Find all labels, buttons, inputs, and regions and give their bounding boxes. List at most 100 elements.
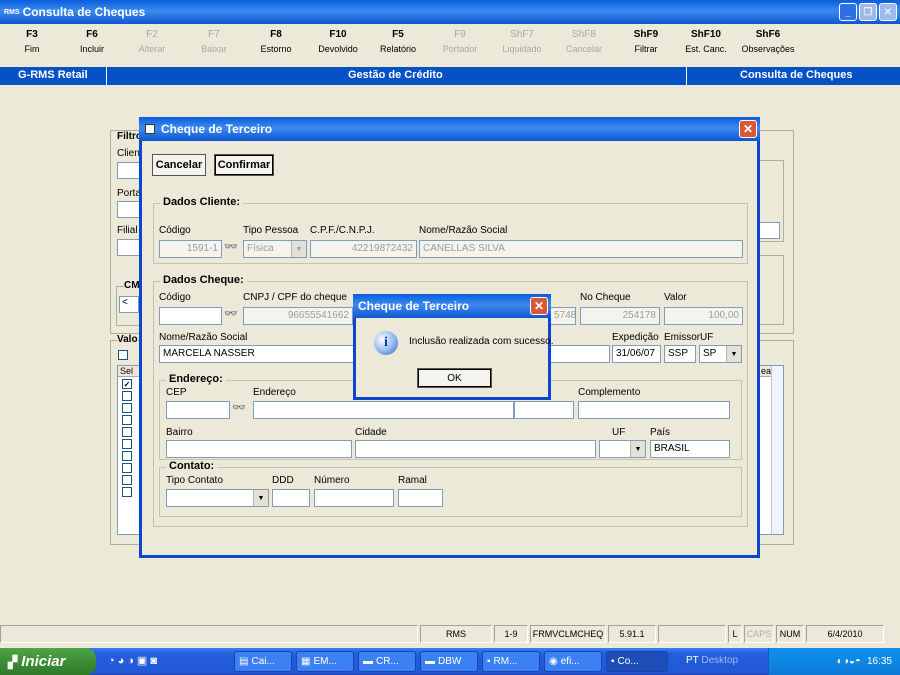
fkey-f10[interactable]: F10 Devolvido: [310, 28, 366, 56]
module-bar-left: G-RMS Retail: [18, 69, 88, 81]
windows-flag-icon: ▞: [8, 654, 18, 669]
fkey-shf6[interactable]: ShF6 Observações: [740, 28, 796, 56]
filial-input[interactable]: [117, 239, 141, 256]
cliente-codigo-input[interactable]: 1591-1: [159, 240, 222, 258]
right-input[interactable]: [758, 222, 780, 239]
grid-checkbox-checked[interactable]: ✓: [122, 379, 132, 389]
cliente-input[interactable]: [117, 162, 141, 179]
cheque-nome-label: Nome/Razão Social: [159, 332, 248, 343]
no-cheque-input[interactable]: 254178: [580, 307, 660, 325]
grid-checkbox[interactable]: [122, 451, 132, 461]
ddd-input[interactable]: [272, 489, 310, 507]
cheque-codigo-input[interactable]: [159, 307, 222, 325]
cm-label: CM: [124, 280, 140, 291]
quick-launch[interactable]: ◔◕◑▣◙: [108, 654, 160, 667]
status-date: 6/4/2010: [806, 625, 884, 643]
taskbar-item[interactable]: ▬ CR...: [358, 651, 416, 672]
message-box-titlebar: Cheque de Terceiro ✕: [353, 294, 551, 318]
chevron-down-icon: ▼: [630, 441, 645, 457]
confirm-button[interactable]: Confirmar: [214, 154, 274, 176]
fkey-f9[interactable]: F9 Portador: [432, 28, 488, 56]
fkey-f2[interactable]: F2 Alterar: [124, 28, 180, 56]
window-titlebar: RMS Consulta de Cheques: [0, 0, 900, 24]
fkey-shf10[interactable]: ShF10 Est. Canc.: [678, 28, 734, 56]
grid-checkbox[interactable]: [122, 475, 132, 485]
close-window-button[interactable]: ✕: [879, 3, 897, 21]
grid-scrollbar[interactable]: [771, 366, 783, 534]
fkey-shf9[interactable]: ShF9 Filtrar: [618, 28, 674, 56]
tipo-contato-select[interactable]: ▼: [166, 489, 269, 507]
fkey-shf7[interactable]: ShF7 Liquidado: [494, 28, 550, 56]
cheque-cnpj-input[interactable]: 96655541662: [243, 307, 353, 325]
numero-endereco-input[interactable]: [514, 401, 574, 419]
grid-sel-header: Sel: [118, 366, 139, 377]
cliente-nome-input[interactable]: CANELLAS SILVA: [419, 240, 743, 258]
emissor-input[interactable]: SSP: [664, 345, 696, 363]
grid-checkbox[interactable]: [122, 439, 132, 449]
cidade-input[interactable]: [355, 440, 596, 458]
grid-checkbox[interactable]: [122, 391, 132, 401]
fkey-f5[interactable]: F5 Relatório: [370, 28, 426, 56]
message-close-button[interactable]: ✕: [530, 297, 548, 315]
no-cheque-label: No Cheque: [580, 292, 631, 303]
bairro-input[interactable]: [166, 440, 352, 458]
grid-checkbox[interactable]: [122, 415, 132, 425]
pais-input[interactable]: BRASIL: [650, 440, 730, 458]
grid-checkbox[interactable]: [122, 487, 132, 497]
taskbar-item[interactable]: ▬ DBW: [420, 651, 478, 672]
cpf-label: C.P.F./C.N.P.J.: [310, 225, 375, 236]
complemento-input[interactable]: [578, 401, 730, 419]
uf-select[interactable]: SP ▼: [699, 345, 742, 363]
valor-input[interactable]: 100,00: [664, 307, 743, 325]
binoculars-search-icon[interactable]: 👓: [224, 240, 238, 253]
numero-input[interactable]: [314, 489, 394, 507]
binoculars-search-icon[interactable]: 👓: [224, 307, 238, 320]
ok-button[interactable]: OK: [417, 368, 492, 388]
taskbar-item[interactable]: ▤ Cai...: [234, 651, 292, 672]
grid-right[interactable]: ea: [758, 365, 784, 535]
cheque-nome-input[interactable]: MARCELA NASSER: [159, 345, 359, 363]
status-empty: [658, 625, 726, 643]
values-title: Valo: [117, 334, 138, 345]
binoculars-search-icon[interactable]: 👓: [232, 401, 246, 414]
fkey-f6[interactable]: F6 Incluir: [64, 28, 120, 56]
grid-checkbox[interactable]: [122, 427, 132, 437]
cep-label: CEP: [166, 387, 187, 398]
minimize-button[interactable]: _: [839, 3, 857, 21]
cm-input[interactable]: <: [119, 296, 139, 313]
tray-icons[interactable]: ◐◑◒◓: [837, 656, 861, 667]
endereco-input[interactable]: [253, 401, 514, 419]
grid-left[interactable]: Sel ✓: [117, 365, 140, 535]
taskbar-item[interactable]: ▪ RM...: [482, 651, 540, 672]
clock: 16:35: [866, 656, 892, 667]
fkey-f7[interactable]: F7 Baixar: [186, 28, 242, 56]
cep-input[interactable]: [166, 401, 230, 419]
portador-input[interactable]: [117, 201, 141, 218]
cheque-conta-input[interactable]: 5748: [550, 307, 576, 325]
endereco-uf-select[interactable]: ▼: [599, 440, 646, 458]
restore-button[interactable]: ❐: [859, 3, 877, 21]
values-checkbox[interactable]: [118, 350, 128, 360]
fkey-shf8[interactable]: ShF8 Cancelar: [556, 28, 612, 56]
status-num: NUM: [776, 625, 804, 643]
info-icon: i: [374, 331, 398, 355]
cpf-input[interactable]: 42219872432: [310, 240, 417, 258]
dialog-close-button[interactable]: ✕: [739, 120, 757, 138]
cheque-nome-cont-input[interactable]: [550, 345, 610, 363]
taskbar-item[interactable]: ▦ EM...: [296, 651, 354, 672]
grid-checkbox[interactable]: [122, 463, 132, 473]
endereco-label: Endereço: [253, 387, 296, 398]
cancel-button[interactable]: Cancelar: [152, 154, 206, 176]
taskbar-item-active[interactable]: ▪ Co...: [606, 651, 668, 672]
ramal-input[interactable]: [398, 489, 443, 507]
grid-checkbox[interactable]: [122, 403, 132, 413]
fkey-f8[interactable]: F8 Estorno: [248, 28, 304, 56]
language-desktop[interactable]: PT Desktop: [686, 655, 738, 666]
expedicao-input[interactable]: 31/06/07: [612, 345, 661, 363]
fkey-f3[interactable]: F3 Fim: [4, 28, 60, 56]
tipo-pessoa-select[interactable]: Física ▼: [243, 240, 307, 258]
taskbar-item[interactable]: ◉ efi...: [544, 651, 602, 672]
expedicao-label: Expedição: [612, 332, 659, 343]
language-indicator: PT: [686, 655, 699, 666]
start-button[interactable]: ▞ Iniciar: [0, 648, 96, 675]
